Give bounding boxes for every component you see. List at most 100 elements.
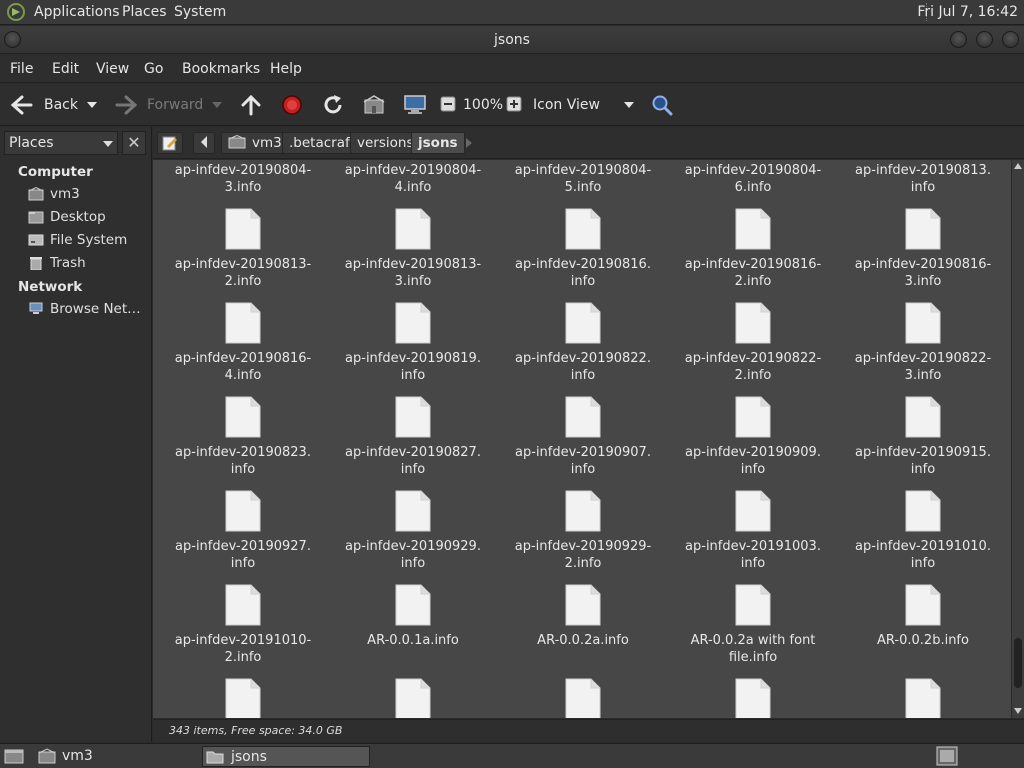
zoom-in-icon[interactable] xyxy=(506,96,522,112)
file-item[interactable]: AR-0.0.1a.info xyxy=(333,584,493,674)
file-item[interactable]: ap-infdev-20190816- 4.info xyxy=(163,302,323,392)
view-mode-select[interactable]: Icon View xyxy=(533,97,600,113)
scroll-down-icon[interactable] xyxy=(1014,708,1022,714)
sidebar-item-trash[interactable]: Trash xyxy=(28,254,148,274)
file-item[interactable]: ap-infdev-20191003. info xyxy=(673,490,833,580)
menu-places[interactable]: Places xyxy=(122,4,167,20)
menu-view[interactable]: View xyxy=(96,61,129,77)
window-titlebar[interactable]: jsons xyxy=(0,26,1024,54)
view-mode-dropdown-icon[interactable] xyxy=(623,100,635,110)
file-item[interactable]: ap-infdev-20190816- 2.info xyxy=(673,208,833,298)
file-item[interactable]: ap-infdev-20190813- 2.info xyxy=(163,208,323,298)
crumb-jsons[interactable]: jsons xyxy=(411,132,465,154)
menu-bookmarks[interactable]: Bookmarks xyxy=(182,61,260,77)
file-item[interactable] xyxy=(673,678,833,718)
back-dropdown-icon[interactable] xyxy=(86,100,98,110)
side-pane-title: Places xyxy=(9,135,54,151)
maximize-button[interactable] xyxy=(976,31,993,48)
file-item[interactable]: ap-infdev-20190929. info xyxy=(333,490,493,580)
file-item[interactable]: ap-infdev-20190804- 3.info xyxy=(163,160,323,204)
sidebar-item-vm3[interactable]: vm3 xyxy=(28,185,148,205)
file-item[interactable]: ap-infdev-20191010- 2.info xyxy=(163,584,323,674)
workspace-switcher-icon[interactable] xyxy=(936,746,958,766)
file-name: info xyxy=(400,368,426,383)
folder-icon xyxy=(206,751,224,764)
file-name: info xyxy=(910,556,936,571)
scrollbar-thumb[interactable] xyxy=(1014,638,1022,688)
sidebar-item-file-system[interactable]: File System xyxy=(28,231,148,251)
crumb-versions[interactable]: versions xyxy=(350,132,421,154)
file-item[interactable]: ap-infdev-20190915. info xyxy=(843,396,1003,486)
side-pane-close-button[interactable]: ✕ xyxy=(122,131,146,155)
menu-file[interactable]: File xyxy=(10,61,33,77)
file-name: 3.info xyxy=(224,180,262,195)
file-item[interactable]: ap-infdev-20190804- 4.info xyxy=(333,160,493,204)
file-name: info xyxy=(570,368,596,383)
chevron-left-icon xyxy=(201,136,207,148)
file-name: 4.info xyxy=(224,368,262,383)
file-item[interactable] xyxy=(503,678,663,718)
clock[interactable]: Fri Jul 7, 16:42 xyxy=(917,4,1018,20)
taskbar-item-vm3[interactable]: vm3 xyxy=(36,746,196,767)
file-item[interactable]: ap-infdev-20190927. info xyxy=(163,490,323,580)
forward-arrow-icon[interactable] xyxy=(114,94,138,116)
stop-icon[interactable] xyxy=(281,94,303,116)
forward-dropdown-icon[interactable] xyxy=(211,100,223,110)
file-item[interactable] xyxy=(333,678,493,718)
file-name: 5.info xyxy=(564,180,602,195)
distro-logo-icon[interactable] xyxy=(6,3,26,21)
file-item[interactable]: AR-0.0.2b.info xyxy=(843,584,1003,674)
file-item[interactable]: ap-infdev-20190816- 3.info xyxy=(843,208,1003,298)
file-item[interactable]: ap-infdev-20190813- 3.info xyxy=(333,208,493,298)
sidebar-item-browse-network[interactable]: Browse Net… xyxy=(28,300,148,320)
search-icon[interactable] xyxy=(651,94,673,116)
file-item[interactable] xyxy=(843,678,1003,718)
drive-icon xyxy=(28,234,44,246)
sidebar-item-desktop[interactable]: Desktop xyxy=(28,208,148,228)
file-item[interactable]: ap-infdev-20190827. info xyxy=(333,396,493,486)
file-item[interactable]: ap-infdev-20190804- 6.info xyxy=(673,160,833,204)
menu-system[interactable]: System xyxy=(174,4,226,20)
menu-go[interactable]: Go xyxy=(144,61,163,77)
file-item[interactable]: ap-infdev-20190929- 2.info xyxy=(503,490,663,580)
side-pane-selector[interactable]: Places xyxy=(4,131,118,155)
file-icon-view[interactable]: ap-infdev-20190804- 3.info ap-infdev-20190… xyxy=(153,160,1011,718)
file-item[interactable]: ap-infdev-20190822. info xyxy=(503,302,663,392)
back-button[interactable]: Back xyxy=(44,97,78,113)
menu-edit[interactable]: Edit xyxy=(52,61,79,77)
show-desktop-icon[interactable] xyxy=(4,747,24,765)
chevron-right-icon[interactable] xyxy=(465,137,473,149)
zoom-out-icon[interactable] xyxy=(440,96,456,112)
file-item[interactable]: ap-infdev-20190819. info xyxy=(333,302,493,392)
file-item[interactable]: ap-infdev-20190909. info xyxy=(673,396,833,486)
back-arrow-icon[interactable] xyxy=(10,94,34,116)
minimize-button[interactable] xyxy=(950,31,967,48)
file-item[interactable]: ap-infdev-20190822- 2.info xyxy=(673,302,833,392)
file-item[interactable]: ap-infdev-20191010. info xyxy=(843,490,1003,580)
crumb-scroll-left-button[interactable] xyxy=(193,132,215,154)
taskbar-item-jsons[interactable]: jsons xyxy=(202,746,370,767)
file-item[interactable]: ap-infdev-20190823. info xyxy=(163,396,323,486)
vertical-scrollbar[interactable] xyxy=(1011,160,1024,718)
file-item[interactable]: ap-infdev-20190907. info xyxy=(503,396,663,486)
file-item[interactable]: ap-infdev-20190822- 3.info xyxy=(843,302,1003,392)
reload-icon[interactable] xyxy=(322,94,344,116)
file-item[interactable]: ap-infdev-20190804- 5.info xyxy=(503,160,663,204)
toggle-location-button[interactable] xyxy=(157,132,183,154)
computer-icon[interactable] xyxy=(403,94,427,116)
home-icon[interactable] xyxy=(363,94,385,116)
file-item[interactable] xyxy=(163,678,323,718)
file-item[interactable]: AR-0.0.2a.info xyxy=(503,584,663,674)
crumb-vm3[interactable]: vm3 xyxy=(221,132,289,154)
file-name: ap-infdev-20190927. xyxy=(175,539,311,554)
scroll-up-icon[interactable] xyxy=(1014,163,1022,169)
menu-applications[interactable]: Applications xyxy=(34,4,120,20)
file-name: info xyxy=(910,462,936,477)
forward-button[interactable]: Forward xyxy=(147,97,203,113)
up-arrow-icon[interactable] xyxy=(239,94,263,116)
file-item[interactable]: ap-infdev-20190813. info xyxy=(843,160,1003,204)
file-item[interactable]: ap-infdev-20190816. info xyxy=(503,208,663,298)
file-item[interactable]: AR-0.0.2a with font file.info xyxy=(673,584,833,674)
close-button[interactable] xyxy=(1002,31,1019,48)
menu-help[interactable]: Help xyxy=(270,61,302,77)
